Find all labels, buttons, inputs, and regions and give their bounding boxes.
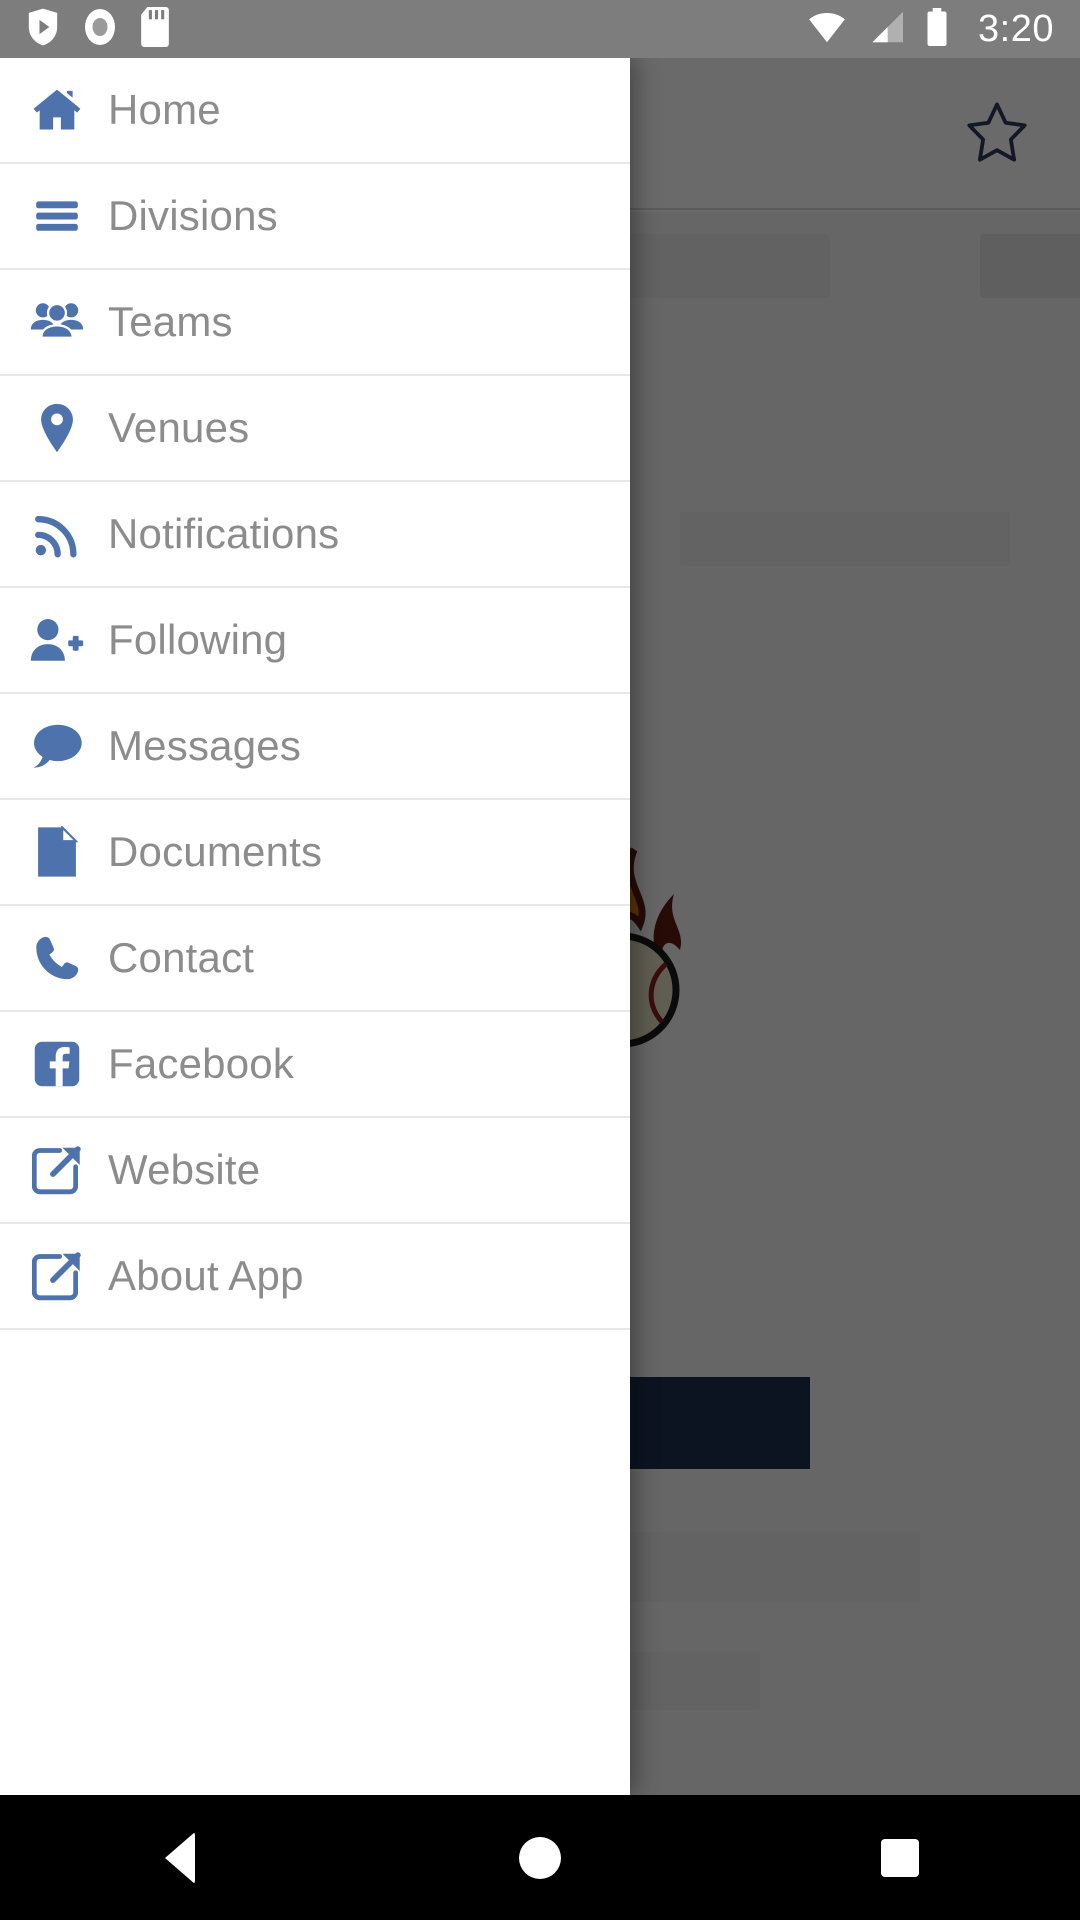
drawer-item-divisions[interactable]: Divisions [0, 164, 630, 270]
external-link-icon [26, 1139, 88, 1201]
drawer-item-messages[interactable]: Messages [0, 694, 630, 800]
drawer-item-label: Home [108, 86, 221, 133]
nav-back-button[interactable] [100, 1795, 260, 1920]
play-protect-icon [26, 7, 60, 52]
background-chip [980, 234, 1080, 298]
drawer-item-teams[interactable]: Teams [0, 270, 630, 376]
wifi-icon [806, 10, 848, 49]
drawer-item-notifications[interactable]: Notifications [0, 482, 630, 588]
record-icon [82, 7, 118, 52]
system-navigation-bar [0, 1795, 1080, 1920]
map-pin-icon [26, 397, 88, 459]
drawer-item-contact[interactable]: Contact [0, 906, 630, 1012]
drawer-item-venues[interactable]: Venues [0, 376, 630, 482]
drawer-item-label: Website [108, 1146, 261, 1193]
home-icon [26, 79, 88, 141]
drawer-item-facebook[interactable]: Facebook [0, 1012, 630, 1118]
document-file-icon [26, 821, 88, 883]
drawer-item-label: Messages [108, 722, 302, 769]
rss-feed-icon [26, 503, 88, 565]
circle-home-icon [519, 1836, 561, 1879]
sd-card-icon [140, 6, 170, 52]
battery-icon [924, 7, 950, 51]
drawer-item-label: Documents [108, 828, 323, 875]
drawer-item-about-app[interactable]: About App [0, 1224, 630, 1330]
phone-screen: t Blast [0, 0, 1080, 1920]
drawer-item-website[interactable]: Website [0, 1118, 630, 1224]
user-plus-icon [26, 609, 88, 671]
nav-home-button[interactable] [460, 1795, 620, 1920]
status-bar-clock: 3:20 [978, 7, 1054, 50]
drawer-item-documents[interactable]: Documents [0, 800, 630, 906]
status-bar: 3:20 [0, 0, 1080, 58]
background-navy-banner [630, 1377, 810, 1469]
phone-icon [26, 927, 88, 989]
background-placeholder [680, 512, 1010, 566]
nav-recents-button[interactable] [820, 1795, 980, 1920]
drawer-item-label: About App [108, 1252, 304, 1299]
drawer-item-label: Notifications [108, 510, 340, 557]
list-lines-icon [26, 185, 88, 247]
chat-bubble-icon [26, 715, 88, 777]
triangle-back-icon [165, 1831, 195, 1884]
external-link-icon [26, 1245, 88, 1307]
drawer-item-label: Facebook [108, 1040, 295, 1087]
facebook-icon [26, 1033, 88, 1095]
drawer-item-following[interactable]: Following [0, 588, 630, 694]
drawer-item-home[interactable]: Home [0, 58, 630, 164]
cellular-signal-icon [866, 10, 906, 49]
drawer-item-label: Contact [108, 934, 255, 981]
navigation-drawer[interactable]: Home Divisions Teams Venues Notification… [0, 58, 630, 1795]
drawer-item-label: Venues [108, 404, 250, 451]
drawer-item-label: Following [108, 616, 288, 663]
users-group-icon [26, 291, 88, 353]
drawer-item-label: Divisions [108, 192, 278, 239]
star-outline-icon[interactable] [962, 98, 1032, 168]
square-recents-icon [881, 1838, 919, 1877]
drawer-item-label: Teams [108, 298, 233, 345]
